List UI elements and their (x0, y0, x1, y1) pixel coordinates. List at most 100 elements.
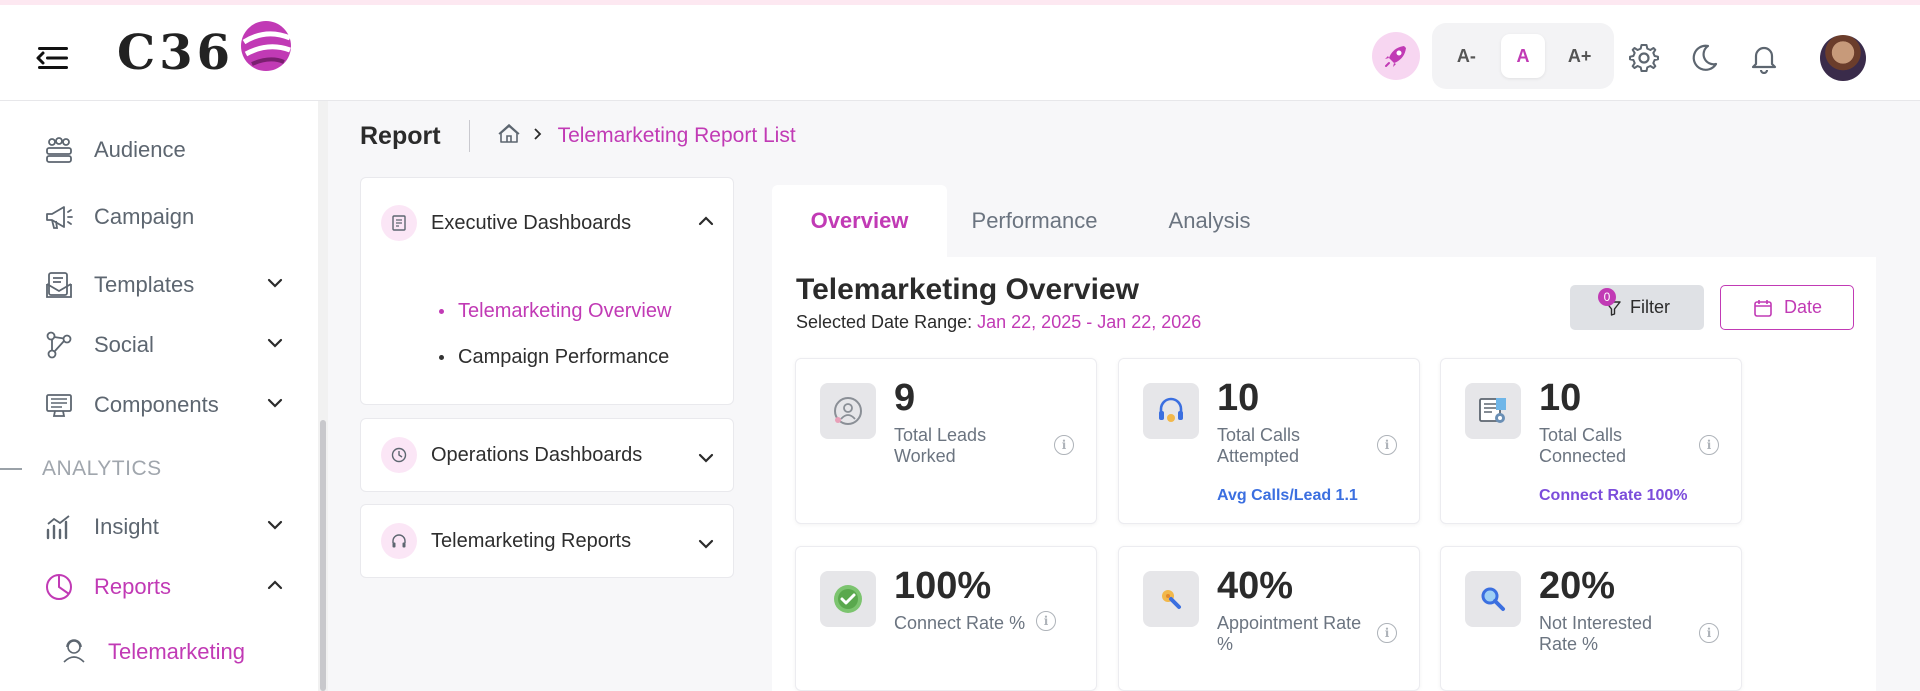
stat-value: 20% (1539, 565, 1616, 607)
stat-card-calls-attempted: 10 Total Calls Attempted i Avg Calls/Lea… (1118, 358, 1420, 524)
user-avatar[interactable] (1820, 35, 1866, 81)
stat-subtext: Connect Rate 100% (1539, 487, 1688, 504)
stat-value: 10 (1539, 377, 1582, 419)
breadcrumb: Report Telemarketing Report List (360, 118, 796, 154)
headset-icon (1143, 383, 1199, 439)
dashboard-link-telemarketing-overview[interactable]: Telemarketing Overview (439, 288, 671, 334)
sidebar-section-analytics: ANALYTICS (0, 455, 162, 483)
stat-card-connect-rate: 100% Connect Rate % i (795, 546, 1097, 691)
tab-overview[interactable]: Overview (772, 185, 947, 257)
sidebar-subitem-telemarketing[interactable]: Telemarketing (60, 634, 245, 670)
chevron-down-icon (266, 274, 284, 297)
overview-title: Telemarketing Overview (796, 273, 1139, 306)
chevron-up-icon[interactable] (697, 212, 715, 235)
dashboard-tabs: Overview Performance Analysis (772, 185, 1297, 257)
accordion-label: Telemarketing Reports (431, 529, 632, 552)
date-picker-button[interactable]: Date (1720, 285, 1854, 330)
dark-mode-moon-icon[interactable] (1687, 41, 1721, 75)
sidebar-item-insight[interactable]: Insight (44, 507, 294, 547)
appointment-search-icon (1143, 571, 1199, 627)
calendar-icon (1752, 297, 1774, 319)
font-size-toggle: A- A A+ (1432, 23, 1614, 89)
breadcrumb-divider (468, 120, 470, 152)
logo-globe-icon (238, 18, 294, 79)
sidebar-scrollbar-thumb[interactable] (320, 420, 326, 691)
dashboard-link-label: Telemarketing Overview (458, 299, 672, 322)
stat-subtext: Avg Calls/Lead 1.1 (1217, 487, 1358, 504)
info-icon[interactable]: i (1699, 435, 1719, 455)
accordion-header-telemarketing[interactable]: Telemarketing Reports (381, 523, 631, 559)
notification-bell-icon[interactable] (1747, 41, 1781, 75)
telemarketing-reports-card[interactable]: Telemarketing Reports (360, 504, 734, 578)
filter-button[interactable]: Filter (1570, 285, 1704, 330)
clock-icon (381, 437, 417, 473)
headphones-icon (381, 523, 417, 559)
stat-label: Appointment Rate % (1217, 613, 1362, 654)
stat-label: Not Interested Rate % (1539, 613, 1653, 654)
stat-value: 9 (894, 377, 916, 419)
sidebar: Audience Campaign Templates Social Compo… (0, 101, 318, 691)
accordion-header-operations[interactable]: Operations Dashboards (381, 437, 642, 473)
share-icon (44, 330, 74, 360)
dashboard-link-campaign-performance[interactable]: Campaign Performance (439, 334, 671, 380)
chevron-down-icon (266, 334, 284, 357)
accordion-label: Executive Dashboards (431, 211, 632, 234)
sidebar-item-label: Insight (94, 514, 159, 539)
accordion-label: Operations Dashboards (431, 443, 643, 466)
date-range-label: Selected Date Range: (796, 312, 973, 332)
logo-text: C36 (117, 25, 234, 81)
page-title: Report (360, 121, 441, 150)
chevron-down-icon (697, 535, 715, 558)
menu-toggle-icon[interactable] (34, 38, 74, 78)
info-icon[interactable]: i (1377, 623, 1397, 643)
info-icon[interactable]: i (1036, 611, 1056, 631)
sidebar-item-audience[interactable]: Audience (44, 130, 294, 170)
home-icon[interactable] (498, 123, 520, 150)
stat-label: Connect Rate % (894, 613, 1026, 633)
report-doc-icon (381, 205, 417, 241)
stat-card-not-interested-rate: 20% Not Interested Rate % i (1440, 546, 1742, 691)
stat-label: Total Leads Worked (894, 425, 987, 466)
stat-card-appointment-rate: 40% Appointment Rate % i (1118, 546, 1420, 691)
sidebar-item-campaign[interactable]: Campaign (44, 197, 294, 237)
stat-label: Total Calls Attempted (1217, 425, 1301, 466)
stat-label: Total Calls Connected (1539, 425, 1627, 466)
sidebar-item-templates[interactable]: Templates (44, 265, 294, 305)
chart-icon (44, 512, 74, 542)
settings-gear-icon[interactable] (1627, 41, 1661, 75)
sidebar-item-social[interactable]: Social (44, 325, 294, 365)
info-icon[interactable]: i (1699, 623, 1719, 643)
app-header: C36 A- A A+ (0, 5, 1920, 101)
sidebar-item-reports[interactable]: Reports (44, 567, 294, 607)
info-icon[interactable]: i (1054, 435, 1074, 455)
chevron-down-icon (697, 449, 715, 472)
rocket-icon[interactable] (1372, 32, 1420, 80)
tab-analysis[interactable]: Analysis (1122, 185, 1297, 257)
magnifier-icon (1465, 571, 1521, 627)
stat-value: 100% (894, 565, 992, 607)
connected-report-icon (1465, 383, 1521, 439)
filter-count-badge: 0 (1598, 288, 1616, 306)
filter-label: Filter (1630, 297, 1670, 317)
accordion-header-executive[interactable]: Executive Dashboards (381, 205, 631, 241)
font-decrease-button[interactable]: A- (1444, 34, 1488, 78)
chevron-right-icon (532, 127, 544, 146)
app-logo[interactable]: C36 (117, 20, 294, 83)
sidebar-item-components[interactable]: Components (44, 385, 294, 425)
date-range-value: Jan 22, 2025 - Jan 22, 2026 (977, 312, 1202, 332)
executive-dashboard-list: Telemarketing Overview Campaign Performa… (439, 288, 671, 380)
info-icon[interactable]: i (1377, 435, 1397, 455)
sidebar-subitem-label: Telemarketing (108, 639, 245, 664)
sidebar-item-label: Campaign (94, 204, 195, 229)
font-default-button[interactable]: A (1500, 34, 1545, 78)
date-range-text: Selected Date Range: Jan 22, 2025 - Jan … (796, 312, 1201, 333)
font-increase-button[interactable]: A+ (1558, 34, 1602, 78)
breadcrumb-current[interactable]: Telemarketing Report List (558, 124, 796, 148)
pie-chart-icon (44, 572, 74, 602)
section-divider (0, 468, 22, 470)
tab-performance[interactable]: Performance (947, 185, 1122, 257)
sidebar-item-label: Reports (94, 574, 172, 599)
operations-dashboards-card[interactable]: Operations Dashboards (360, 418, 734, 492)
stat-card-leads-worked: 9 Total Leads Worked i (795, 358, 1097, 524)
sidebar-item-label: Audience (94, 137, 186, 162)
